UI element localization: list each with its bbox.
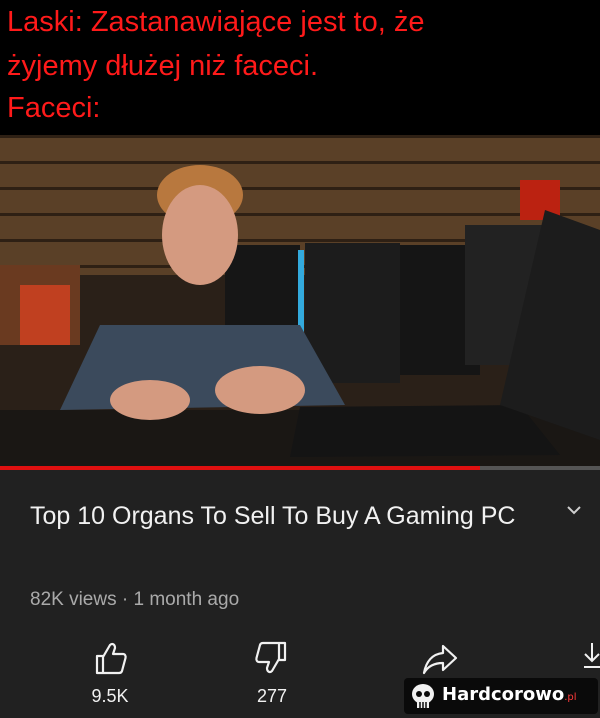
thumbs-down-icon	[237, 640, 307, 676]
video-meta: 82K views · 1 month ago	[30, 589, 239, 611]
share-button[interactable]	[405, 640, 475, 676]
watermark-logo: Hardcorowo.pl	[404, 678, 598, 714]
chevron-down-icon[interactable]	[564, 503, 584, 519]
watermark-tld: .pl	[564, 692, 577, 703]
watermark-brand: Hardcorowo	[442, 684, 565, 705]
meme-caption-line-1: Laski: Zastanawiające jest to, że	[7, 6, 425, 38]
dislike-button[interactable]: 277	[237, 640, 307, 707]
video-player[interactable]	[0, 135, 600, 468]
download-icon[interactable]	[580, 640, 600, 670]
skull-icon	[408, 681, 438, 716]
like-count: 9.5K	[91, 686, 129, 706]
meme-caption-line-3: Faceci:	[7, 92, 101, 124]
thumbs-up-icon	[75, 640, 145, 676]
video-frame	[0, 135, 600, 468]
video-title[interactable]: Top 10 Organs To Sell To Buy A Gaming PC	[30, 498, 530, 535]
dislike-count: 277	[256, 686, 288, 706]
upload-age: 1 month ago	[133, 589, 240, 610]
meta-separator: ·	[116, 589, 134, 610]
watermark-text: Hardcorowo.pl	[442, 684, 577, 705]
share-icon	[405, 640, 475, 676]
meme-caption-line-2: żyjemy dłużej niż faceci.	[7, 50, 319, 82]
meme-caption: Laski: Zastanawiające jest to, że żyjemy…	[0, 0, 600, 135]
view-count: 82K views	[30, 589, 117, 610]
like-button[interactable]: 9.5K	[75, 640, 145, 707]
